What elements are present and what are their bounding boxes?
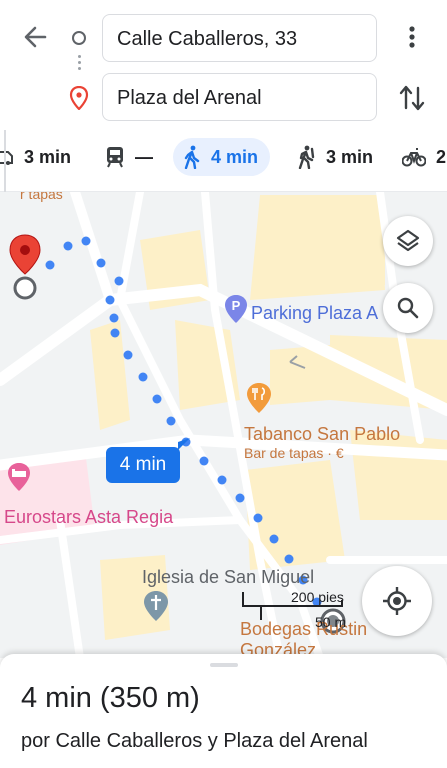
scroll-edge: [0, 130, 6, 192]
mode-tab-label: 3 min: [326, 146, 374, 167]
restaurant-icon[interactable]: [246, 382, 272, 414]
route-duration-bubble[interactable]: 4 min: [106, 447, 180, 483]
map-view[interactable]: r tapas P Parking Plaza A Tabanco San Pa…: [0, 192, 447, 658]
map-label-iglesia[interactable]: Iglesia de San Miguel: [142, 567, 314, 588]
bubble-tail: [178, 438, 190, 450]
swap-vert-icon: [399, 85, 425, 111]
mode-tab-label: 2: [436, 146, 447, 167]
mode-tab-label: —: [135, 146, 153, 167]
route-distance: (350 m): [99, 682, 200, 714]
travel-mode-tabs: 3 min — 4 min 3 min 2: [0, 130, 447, 192]
origin-pin-icon[interactable]: [5, 232, 45, 302]
scale-meters-label: 50 m: [315, 614, 347, 630]
map-label-tabanco-category: Bar de tapas · €: [244, 445, 344, 461]
svg-text:P: P: [232, 298, 241, 313]
back-arrow-icon: [24, 26, 47, 48]
rideshare-icon: [298, 145, 315, 169]
parking-icon[interactable]: P: [224, 294, 248, 324]
directions-header: Calle Caballeros, 33 Plaza del Arenal: [0, 0, 447, 130]
origin-circle-icon: [72, 31, 86, 45]
more-options-button[interactable]: [401, 22, 423, 52]
transit-icon: [107, 147, 123, 168]
mode-tab-label: 4 min: [211, 146, 259, 167]
route-summary: 4 min (350 m): [21, 682, 208, 715]
route-duration: 4 min: [21, 682, 92, 714]
my-location-icon: [383, 587, 411, 615]
layers-button[interactable]: [383, 216, 433, 266]
mode-tab-transit[interactable]: —: [105, 138, 153, 176]
church-icon[interactable]: [143, 590, 169, 622]
map-label-tapas: r tapas: [20, 192, 63, 202]
search-button[interactable]: [383, 283, 433, 333]
hotel-icon[interactable]: [7, 462, 31, 492]
map-label-parking[interactable]: Parking Plaza A: [251, 303, 378, 324]
layers-icon: [396, 229, 420, 252]
origin-field[interactable]: Calle Caballeros, 33: [102, 14, 377, 62]
walk-icon: [184, 145, 200, 169]
mode-tab-car[interactable]: 3 min: [0, 138, 71, 176]
back-button[interactable]: [20, 22, 50, 52]
more-vert-icon: [409, 26, 415, 48]
mode-tab-walk[interactable]: 4 min: [173, 138, 271, 176]
mode-tab-bike[interactable]: 2: [402, 138, 446, 176]
scale-feet-label: 200 pies: [291, 589, 344, 605]
route-summary-sheet[interactable]: 4 min (350 m) por Calle Caballeros y Plaz…: [0, 654, 447, 768]
mode-tab-rideshare[interactable]: 3 min: [296, 138, 373, 176]
mode-tab-label: 3 min: [24, 146, 72, 167]
map-label-tabanco[interactable]: Tabanco San Pablo: [244, 424, 400, 445]
destination-pin-icon: [69, 85, 89, 111]
map-label-eurostars[interactable]: Eurostars Asta Regia: [4, 507, 173, 528]
bike-icon: [402, 148, 426, 167]
destination-field[interactable]: Plaza del Arenal: [102, 73, 377, 121]
swap-button[interactable]: [397, 82, 427, 114]
route-connector-dots: [78, 55, 81, 75]
sheet-drag-handle[interactable]: [210, 663, 238, 667]
search-icon: [397, 297, 419, 319]
my-location-button[interactable]: [362, 566, 432, 636]
route-via-text: por Calle Caballeros y Plaza del Arenal: [21, 730, 368, 752]
